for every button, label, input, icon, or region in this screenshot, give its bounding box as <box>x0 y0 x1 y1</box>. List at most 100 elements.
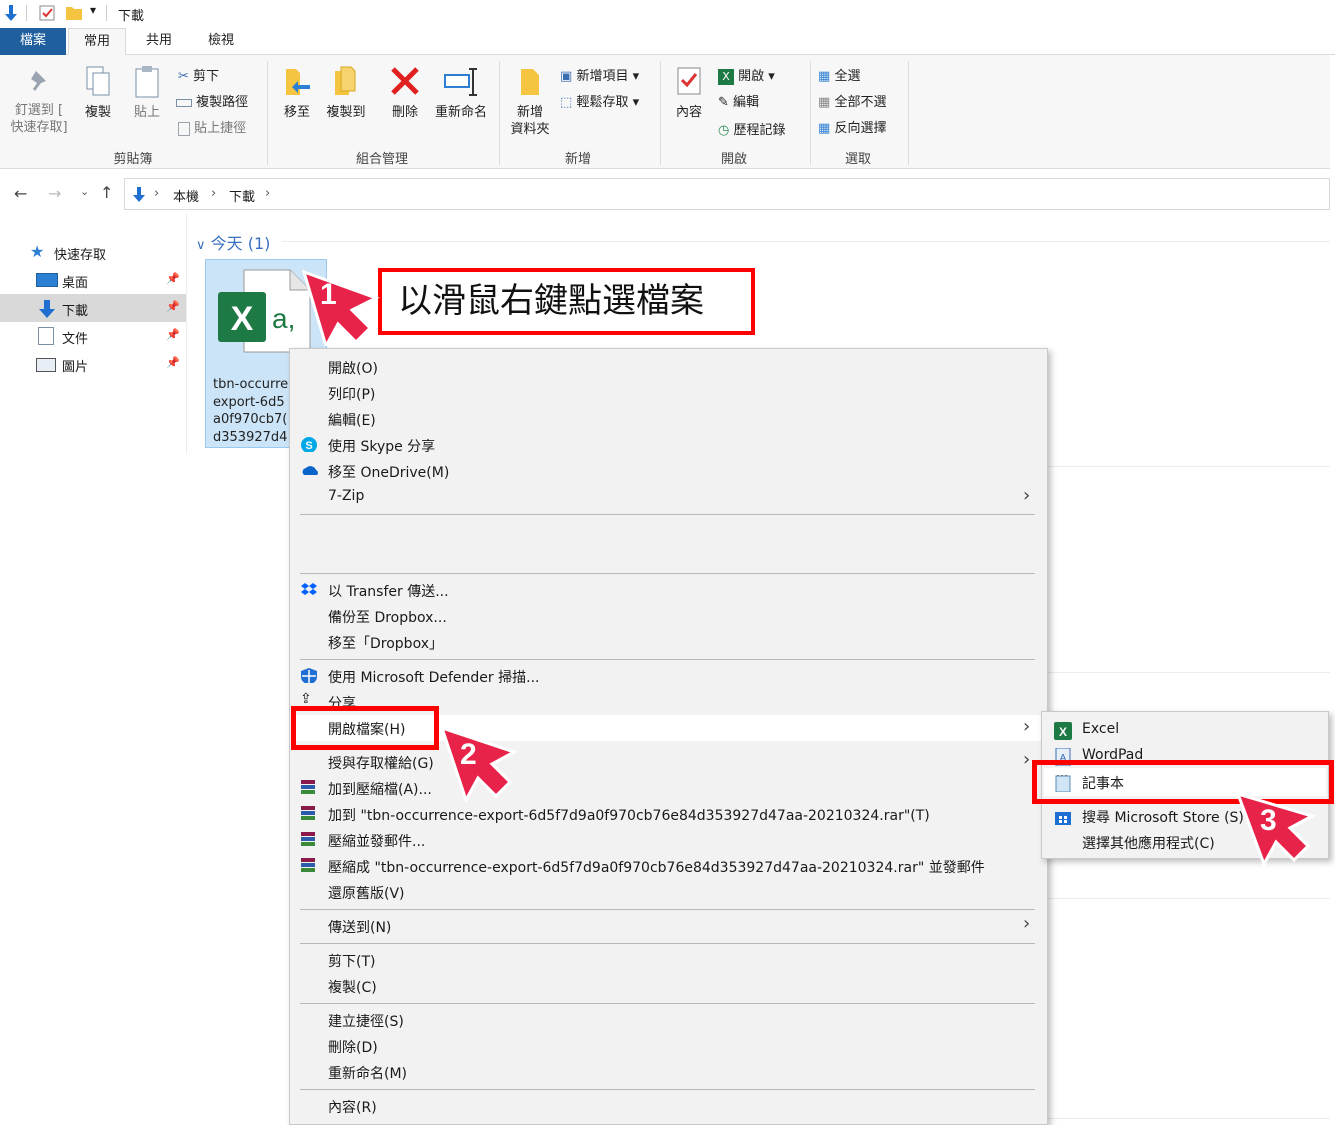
breadcrumb-downloads[interactable]: 下載 <box>229 186 255 205</box>
menu-item-onedrive[interactable]: 移至 OneDrive(M) <box>328 462 449 482</box>
menu-item-grant-access[interactable]: 授與存取權給(G) <box>328 753 434 773</box>
cut-label: 剪下 <box>193 69 220 84</box>
menu-item-compress-rar-email[interactable]: 壓縮成 "tbn-occurrence-export-6d5f7d9a0f970… <box>328 857 985 877</box>
properties-button[interactable]: 內容 <box>670 65 708 121</box>
winrar-icon <box>301 858 315 872</box>
menu-item-create-shortcut[interactable]: 建立捷徑(S) <box>328 1011 404 1031</box>
dropbox-icon <box>301 583 317 595</box>
pin-quick-access-button[interactable]: 釘選到 [ 快速存取] <box>4 67 74 136</box>
window-title: 下載 <box>118 9 145 24</box>
move-to-label: 移至 <box>283 105 310 120</box>
nav-item-documents[interactable]: 文件 📌 <box>0 322 186 350</box>
properties-quick-icon[interactable] <box>38 4 56 22</box>
menu-item-edit[interactable]: 編輯(E) <box>328 410 376 430</box>
copy-icon <box>86 66 110 96</box>
title-bar: ▾ 下載 <box>0 0 1335 28</box>
paste-shortcut-button[interactable]: 貼上捷徑 <box>178 117 246 136</box>
address-bar-row: ← → ⌄ ↑ › 本機 › 下載 › <box>0 176 1330 212</box>
paste-icon <box>135 66 159 98</box>
tab-view[interactable]: 檢視 <box>194 28 248 55</box>
back-arrow-icon[interactable]: ← <box>14 184 27 203</box>
nav-item-label: 下載 <box>62 304 89 319</box>
menu-item-send-to[interactable]: 傳送到(N) <box>328 917 391 937</box>
nav-item-desktop[interactable]: 桌面 📌 <box>0 266 186 294</box>
scissors-icon: ✂ <box>178 69 189 84</box>
menu-item-restore[interactable]: 還原舊版(V) <box>328 883 405 903</box>
nav-item-pictures[interactable]: 圖片 📌 <box>0 350 186 378</box>
submenu-item-other-app[interactable]: 選擇其他應用程式(C) <box>1082 833 1215 853</box>
menu-item-add-rar[interactable]: 加到 "tbn-occurrence-export-6d5f7d9a0f970c… <box>328 805 930 825</box>
up-arrow-icon[interactable]: ↑ <box>100 183 113 202</box>
menu-item-open[interactable]: 開啟(O) <box>328 358 378 378</box>
copy-to-button[interactable]: 複製到 <box>322 65 370 121</box>
menu-item-defender[interactable]: 使用 Microsoft Defender 掃描... <box>328 667 539 687</box>
menu-item-dropbox-move[interactable]: 移至「Dropbox」 <box>328 633 443 653</box>
defender-shield-icon <box>301 668 317 683</box>
breadcrumb-separator: › <box>154 186 160 201</box>
address-box[interactable]: › 本機 › 下載 › <box>124 178 1330 210</box>
rename-label: 重新命名 <box>434 105 487 120</box>
customize-quick-access-icon[interactable]: ▾ <box>90 3 96 17</box>
easy-access-button[interactable]: ⬚ 輕鬆存取 ▾ <box>560 91 639 110</box>
nav-item-downloads[interactable]: 下載 📌 <box>0 294 186 322</box>
copy-button[interactable]: 複製 <box>78 65 118 121</box>
new-item-button[interactable]: ▣ 新增項目 ▾ <box>560 65 639 84</box>
move-to-button[interactable]: 移至 <box>278 65 316 121</box>
clipboard-group-label: 剪貼簿 <box>113 152 153 167</box>
menu-item-copy[interactable]: 複製(C) <box>328 977 377 997</box>
nav-item-quick-access[interactable]: ★ 快速存取 <box>0 238 186 266</box>
invert-selection-label: 反向選擇 <box>834 121 887 136</box>
select-all-button[interactable]: ▦ 全選 <box>818 65 860 84</box>
group-header-today[interactable]: ∨ 今天 (1) <box>196 230 270 254</box>
winrar-icon <box>301 806 315 820</box>
menu-item-compress-email[interactable]: 壓縮並發郵件... <box>328 831 425 851</box>
history-icon: ◷ <box>718 123 730 138</box>
cut-button[interactable]: ✂ 剪下 <box>178 65 219 84</box>
invert-selection-icon: ▦ <box>818 121 831 136</box>
paste-button[interactable]: 貼上 <box>126 65 168 121</box>
menu-item-add-archive[interactable]: 加到壓縮檔(A)... <box>328 779 432 799</box>
select-all-label: 全選 <box>834 69 861 84</box>
copy-path-icon <box>176 98 192 107</box>
copy-path-button[interactable]: 複製路徑 <box>176 91 248 110</box>
paste-shortcut-icon <box>178 121 190 136</box>
recent-locations-icon[interactable]: ⌄ <box>80 185 89 198</box>
paste-label: 貼上 <box>133 105 160 120</box>
menu-item-transfer[interactable]: 以 Transfer 傳送... <box>328 581 449 601</box>
menu-item-skype[interactable]: 使用 Skype 分享 <box>328 436 435 456</box>
rename-button[interactable]: 重新命名 <box>430 65 492 121</box>
winrar-icon <box>301 832 315 846</box>
excel-icon: X <box>1054 722 1072 740</box>
submenu-item-store[interactable]: 搜尋 Microsoft Store (S) <box>1082 807 1244 827</box>
edit-button[interactable]: ✎ 編輯 <box>718 91 759 110</box>
open-button[interactable]: X 開啟 ▾ <box>718 65 775 85</box>
edit-label: 編輯 <box>733 95 760 110</box>
copy-label: 複製 <box>84 105 111 120</box>
annotation-arrow-2 <box>439 725 518 804</box>
forward-arrow-icon[interactable]: → <box>48 184 61 203</box>
pin-icon: 📌 <box>166 272 180 285</box>
menu-item-dropbox-backup[interactable]: 備份至 Dropbox... <box>328 607 447 627</box>
new-folder-quick-icon[interactable] <box>64 4 84 22</box>
winrar-icon <box>301 780 315 794</box>
menu-item-delete[interactable]: 刪除(D) <box>328 1037 378 1057</box>
menu-item-cut[interactable]: 剪下(T) <box>328 951 375 971</box>
delete-button[interactable]: 刪除 <box>386 65 424 121</box>
select-none-button[interactable]: ▦ 全部不選 <box>818 91 886 110</box>
invert-selection-button[interactable]: ▦ 反向選擇 <box>818 117 886 136</box>
new-folder-button[interactable]: 新增 資料夾 <box>506 65 554 138</box>
menu-item-7zip[interactable]: 7-Zip <box>328 488 364 504</box>
annotation-box-2 <box>291 706 439 750</box>
submenu-item-excel[interactable]: Excel <box>1082 721 1119 737</box>
menu-item-print[interactable]: 列印(P) <box>328 384 375 404</box>
tab-share[interactable]: 共用 <box>132 28 186 55</box>
tab-home[interactable]: 常用 <box>68 28 126 55</box>
menu-item-properties[interactable]: 內容(R) <box>328 1097 377 1117</box>
paste-shortcut-label: 貼上捷徑 <box>194 121 247 136</box>
history-button[interactable]: ◷ 歷程記錄 <box>718 119 786 138</box>
tab-file[interactable]: 檔案 <box>0 28 66 55</box>
breadcrumb-this-pc[interactable]: 本機 <box>173 186 199 205</box>
breadcrumb-separator: › <box>265 186 271 201</box>
select-group-label: 選取 <box>844 152 871 167</box>
menu-item-rename[interactable]: 重新命名(M) <box>328 1063 407 1083</box>
